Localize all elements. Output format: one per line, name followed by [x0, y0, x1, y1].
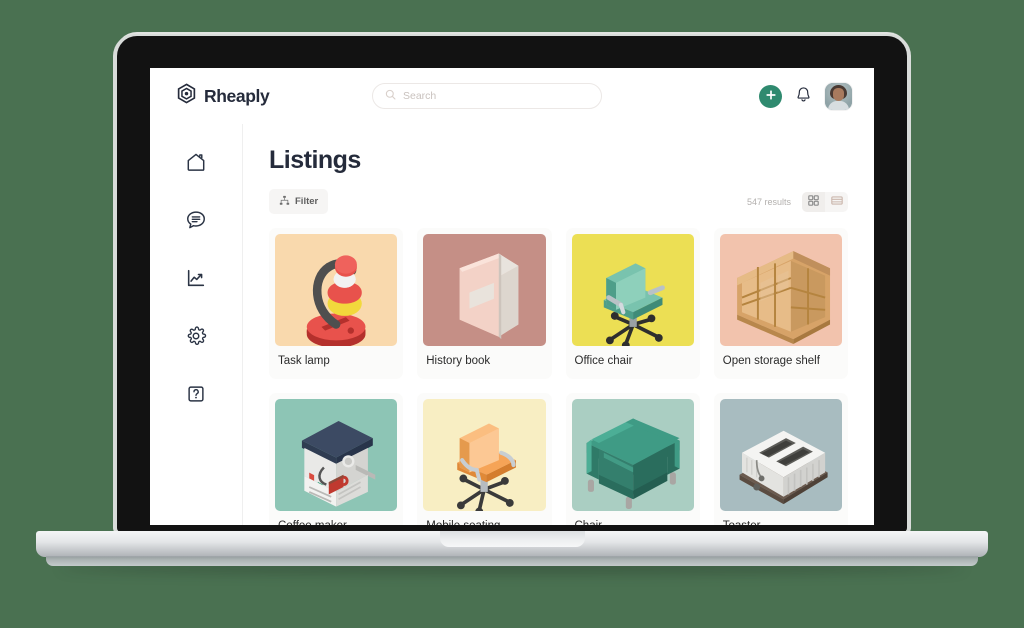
plus-icon: [765, 89, 777, 104]
sidebar: [150, 124, 243, 525]
listing-title: Mobile seating: [423, 511, 545, 525]
listing-card[interactable]: Coffee maker: [269, 393, 404, 525]
coffee-maker-illustration: [301, 421, 376, 507]
laptop-base-notch: [440, 531, 585, 547]
search-box[interactable]: [372, 83, 602, 109]
listing-thumbnail: [423, 234, 546, 346]
task-lamp-illustration: [306, 255, 366, 346]
search-input[interactable]: [403, 90, 589, 102]
app-body: Listings Filter 547 results Task lamp Hi…: [150, 124, 874, 525]
listing-card[interactable]: Task lamp: [269, 228, 404, 379]
history-book-illustration: [459, 253, 519, 340]
listing-title: Chair: [572, 511, 694, 525]
toaster-illustration: [739, 430, 828, 505]
listing-card[interactable]: History book: [417, 228, 552, 379]
question-mark-icon: [185, 383, 207, 408]
results-count: 547 results: [746, 196, 791, 207]
app-header: Rheaply: [150, 68, 874, 124]
listing-grid: Task lamp History book Office chair Open…: [269, 228, 848, 525]
listing-thumbnail: [571, 399, 694, 511]
office-chair-illustration: [603, 263, 665, 346]
filter-button[interactable]: Filter: [269, 189, 329, 214]
laptop-foot: [46, 556, 978, 566]
sidebar-item-home[interactable]: [179, 146, 213, 180]
home-icon: [185, 151, 207, 176]
page-title: Listings: [269, 146, 361, 174]
grid-view-icon: [808, 194, 819, 209]
laptop-screen: Rheaply Search Listings Filter 547 resul…: [150, 68, 874, 525]
add-listing-button[interactable]: [759, 84, 782, 108]
listing-card[interactable]: Office chair: [565, 228, 700, 379]
mobile-seating-illustration: [457, 423, 517, 511]
listing-card[interactable]: Chair: [565, 393, 700, 525]
gear-icon: [185, 325, 207, 350]
toolbar-right: 547 results: [746, 191, 848, 212]
main-content: Listings Filter 547 results Task lamp Hi…: [243, 124, 874, 525]
search-icon: [385, 87, 396, 105]
laptop-mockup: Rheaply Search Listings Filter 547 resul…: [0, 0, 1024, 628]
listing-title: Office chair: [574, 355, 633, 367]
header-actions: [759, 82, 852, 110]
sidebar-item-help[interactable]: [179, 378, 213, 412]
sidebar-item-messages[interactable]: [179, 204, 213, 238]
lounge-chair-illustration: [586, 418, 680, 510]
notifications-button[interactable]: [795, 86, 812, 107]
brand-name: Rheaply: [204, 85, 270, 106]
listing-thumbnail: [571, 234, 694, 346]
listing-title: History book: [426, 355, 491, 367]
trending-chart-icon: [185, 267, 207, 292]
listing-card[interactable]: Open storage shelf: [713, 228, 848, 379]
listing-thumbnail: [719, 234, 842, 346]
avatar-face: [833, 87, 844, 101]
brand-logo[interactable]: Rheaply: [176, 83, 372, 109]
listing-thumbnail: [423, 399, 546, 511]
listing-title: Task lamp: [278, 355, 330, 367]
toolbar: Filter 547 results: [269, 189, 848, 214]
listing-thumbnail: [275, 399, 398, 511]
rheaply-hexagon-logo-icon: [176, 83, 197, 109]
listing-thumbnail: [719, 399, 842, 511]
listing-card[interactable]: Toaster: [713, 393, 848, 525]
list-view-button[interactable]: [825, 192, 848, 212]
chat-bubble-icon: [185, 209, 207, 234]
listing-thumbnail: [275, 234, 398, 346]
listing-title: Coffee maker: [275, 511, 397, 525]
grid-view-button[interactable]: [802, 191, 825, 212]
listing-title: Open storage shelf: [722, 355, 820, 367]
view-toggle: [802, 191, 848, 212]
listing-title: Toaster: [720, 511, 842, 525]
bell-icon: [795, 86, 812, 107]
listing-card[interactable]: Mobile seating: [417, 393, 552, 525]
hierarchy-filter-icon: [279, 194, 290, 209]
sidebar-item-settings[interactable]: [179, 320, 213, 354]
avatar[interactable]: [825, 82, 852, 110]
sidebar-item-analytics[interactable]: [179, 262, 213, 296]
list-view-icon: [830, 194, 843, 209]
filter-label: Filter: [295, 196, 319, 207]
open-storage-shelf-illustration: [736, 251, 830, 345]
